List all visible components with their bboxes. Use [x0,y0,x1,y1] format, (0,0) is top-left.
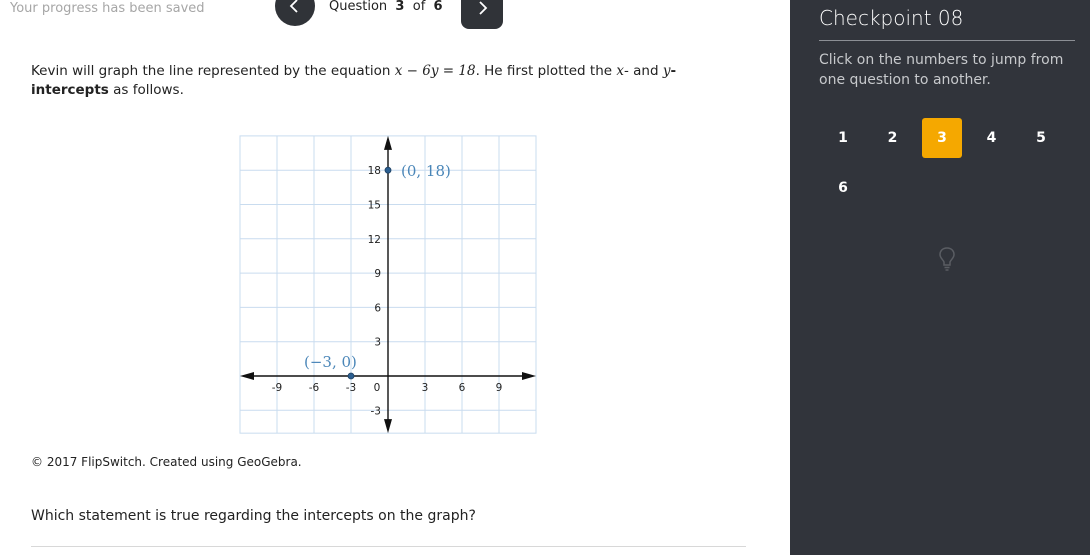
current-question-number: 3 [395,0,405,14]
equation: x − 6y = 18 [394,63,476,79]
chevron-left-icon [289,0,298,13]
y-tick-label: -3 [371,405,381,417]
x-tick-label: -9 [272,382,282,394]
x-tick-label: 0 [374,382,381,394]
question-counter: Question 3 of 6 [329,0,443,14]
question-prompt: Which statement is true regarding the in… [31,508,476,524]
x-tick-label: 3 [422,382,429,394]
checkpoint-sidebar: Checkpoint 08 Click on the numbers to ju… [790,0,1090,555]
sidebar-hint: Click on the numbers to jump from one qu… [819,52,1064,88]
title-divider [819,40,1075,41]
chevron-right-icon [479,1,488,15]
question-number-1[interactable]: 1 [823,118,863,158]
checkpoint-title: Checkpoint 08 [819,6,964,30]
y-tick-label: 3 [374,337,381,349]
x-tick-label: -3 [346,382,356,394]
intercept-point-label: (−3, 0) [304,353,357,371]
divider [31,546,746,547]
question-number-4[interactable]: 4 [972,118,1012,158]
x-tick-label: 6 [459,382,466,394]
question-panel: Your progress has been saved Question 3 … [0,0,790,555]
question-text: Kevin will graph the line represented by… [31,63,677,98]
copyright-text: © 2017 FlipSwitch. Created using GeoGebr… [31,455,302,469]
y-tick-label: 9 [374,268,381,280]
total-question-count: 6 [433,0,443,14]
lightbulb-icon[interactable] [938,246,956,272]
intercepts-graph: -9 -6 -3 0 3 6 9 18 15 12 9 6 3 -3 (0, 18) (−3, 0) [239,135,537,434]
save-status: Your progress has been saved [10,1,205,16]
intercept-point-label: (0, 18) [401,162,451,180]
previous-question-button[interactable] [275,0,315,26]
question-number-6[interactable]: 6 [823,168,863,208]
y-tick-label: 18 [368,165,381,177]
intercept-point [347,372,355,380]
question-number-3[interactable]: 3 [922,118,962,158]
y-tick-label: 12 [368,234,381,246]
question-number-2[interactable]: 2 [873,118,913,158]
y-tick-label: 15 [368,200,381,212]
intercept-point [384,166,392,174]
next-question-button[interactable] [461,0,503,29]
x-tick-label: 9 [496,382,503,394]
x-tick-label: -6 [309,382,320,394]
question-number-5[interactable]: 5 [1021,118,1061,158]
y-tick-label: 6 [374,302,381,314]
